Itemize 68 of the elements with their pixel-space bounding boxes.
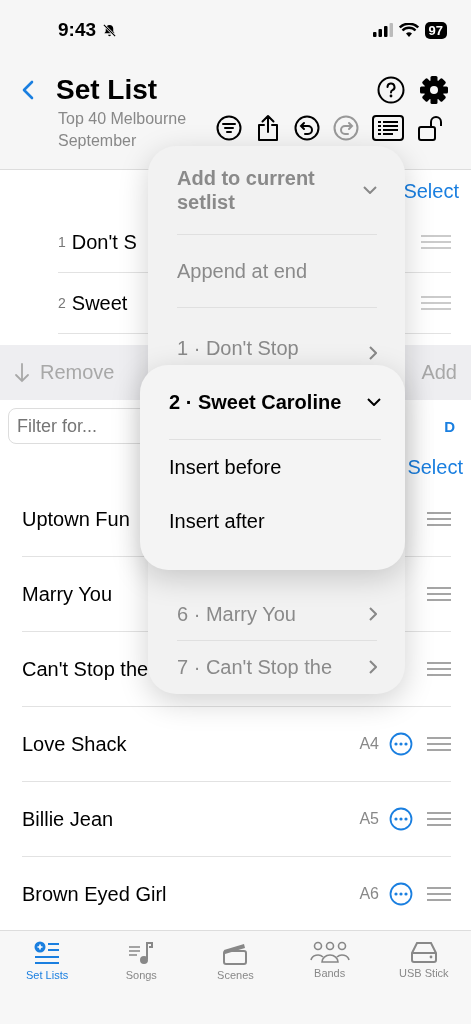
clapperboard-icon	[222, 941, 249, 965]
more-icon[interactable]	[389, 807, 413, 831]
music-list-icon	[128, 941, 155, 965]
chevron-down-icon	[367, 398, 381, 406]
drag-handle-icon[interactable]	[427, 662, 451, 676]
page-title: Set List	[56, 74, 158, 106]
select-button[interactable]: Select	[407, 455, 463, 479]
list-icon[interactable]	[372, 115, 404, 141]
song-key: A6	[359, 885, 379, 903]
tab[interactable]: USB Stick	[383, 941, 464, 1024]
chevron-down-icon	[363, 186, 377, 194]
menu-item[interactable]: Insert after	[169, 494, 381, 548]
redo-icon[interactable]	[333, 115, 359, 141]
menu-item[interactable]: 1 · Don't Stop	[177, 308, 377, 362]
share-icon[interactable]	[255, 114, 281, 142]
drag-handle-icon[interactable]	[427, 812, 451, 826]
select-button[interactable]: Select	[403, 179, 459, 203]
song-title: Love Shack	[22, 732, 127, 756]
menu-item[interactable]: Insert before	[169, 440, 381, 494]
song-title: Uptown Fun	[22, 507, 130, 531]
help-icon[interactable]	[377, 76, 405, 104]
setlist-subtitle: Top 40 Melbourne September	[58, 109, 188, 151]
drag-handle-icon[interactable]	[427, 887, 451, 901]
drag-handle-icon[interactable]	[421, 235, 451, 249]
menu-title: Add to current setlist	[177, 166, 316, 214]
more-icon[interactable]	[389, 732, 413, 756]
index-letter[interactable]: D	[444, 417, 455, 435]
people-icon	[309, 941, 350, 963]
song-number: 2	[58, 295, 66, 311]
chevron-right-icon	[369, 607, 377, 621]
filter-icon[interactable]	[216, 115, 242, 141]
song-key: A5	[359, 810, 379, 828]
tab[interactable]: Songs	[101, 941, 182, 1024]
drive-icon	[409, 941, 438, 963]
unlock-icon[interactable]	[417, 114, 445, 142]
menu-item[interactable]: Append at end	[177, 235, 377, 308]
song-title: Marry You	[22, 582, 113, 606]
menu-item[interactable]: 7 · Can't Stop the	[177, 641, 377, 693]
status-time: 9:43	[58, 19, 97, 41]
tab[interactable]: Bands	[289, 941, 370, 1024]
tab[interactable]: Scenes	[195, 941, 276, 1024]
signal-icon	[372, 23, 393, 37]
chevron-right-icon	[369, 346, 377, 360]
drag-handle-icon[interactable]	[427, 737, 451, 751]
chevron-right-icon	[369, 660, 377, 674]
song-title: Sweet	[71, 291, 128, 315]
arrow-down-icon	[14, 362, 30, 383]
remove-button[interactable]: Remove	[14, 361, 115, 384]
drag-handle-icon[interactable]	[427, 587, 451, 601]
song-title: Don't S	[71, 230, 137, 254]
wifi-icon	[398, 23, 419, 37]
song-title: Can't Stop the	[22, 657, 149, 681]
bell-muted-icon	[102, 22, 118, 38]
song-title: Brown Eyed Girl	[22, 882, 167, 906]
menu-item[interactable]: 6 · Marry You	[177, 588, 377, 641]
battery-level: 97	[424, 21, 447, 39]
back-icon[interactable]	[22, 80, 34, 100]
song-title: Billie Jean	[22, 807, 114, 831]
list-add-icon	[34, 941, 61, 965]
drag-handle-icon[interactable]	[427, 512, 451, 526]
undo-icon[interactable]	[294, 115, 320, 141]
add-button[interactable]: Add	[421, 361, 457, 384]
more-icon[interactable]	[389, 882, 413, 906]
drag-handle-icon[interactable]	[421, 296, 451, 310]
song-key: A4	[359, 735, 379, 753]
tab[interactable]: Set Lists	[7, 941, 88, 1024]
submenu-title: 2 · Sweet Caroline	[169, 390, 342, 414]
song-number: 1	[58, 234, 66, 250]
